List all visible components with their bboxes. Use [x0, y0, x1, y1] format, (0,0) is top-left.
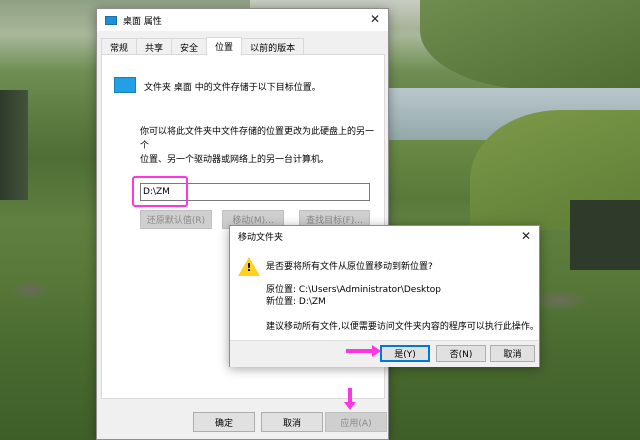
move-description-line: 位置、另一个驱动器或网络上的另一台计算机。 [140, 155, 330, 165]
folder-icon [105, 15, 117, 25]
apply-button[interactable]: 应用(A) [325, 412, 387, 432]
properties-dialog: 桌面 属性 ✕ 常规 共享 安全 位置 以前的版本 文件夹 桌面 中的文件存储于… [96, 8, 389, 440]
annotation-arrow-right-icon [346, 345, 381, 357]
dialog-title: 桌面 属性 [123, 16, 162, 27]
move-description: 你可以将此文件夹中文件存储的位置更改为此硬盘上的另一个 位置、另一个驱动器或网络… [140, 125, 380, 167]
no-button[interactable]: 否(N) [436, 345, 486, 362]
confirm-question: 是否要将所有文件从原位置移动到新位置? [266, 262, 433, 272]
cancel-button[interactable]: 取消 [261, 412, 323, 432]
confirm-titlebar[interactable]: 移动文件夹 ✕ [230, 226, 539, 246]
warning-exclamation-icon: ! [246, 261, 252, 274]
ok-button[interactable]: 确定 [193, 412, 255, 432]
dialog-title: 移动文件夹 [238, 232, 284, 243]
yes-button[interactable]: 是(Y) [380, 345, 430, 362]
folder-description: 文件夹 桌面 中的文件存储于以下目标位置。 [144, 83, 321, 93]
desktop-folder-icon [114, 77, 136, 93]
annotation-arrow-down-icon [344, 388, 356, 410]
tab-strip: 常规 共享 安全 位置 以前的版本 [101, 37, 305, 55]
tab-security[interactable]: 安全 [171, 38, 208, 55]
properties-titlebar[interactable]: 桌面 属性 ✕ [97, 9, 388, 31]
move-folder-dialog: 移动文件夹 ✕ ! 是否要将所有文件从原位置移动到新位置? 原位置: C:\Us… [229, 225, 540, 367]
move-description-line: 你可以将此文件夹中文件存储的位置更改为此硬盘上的另一个 [140, 127, 375, 151]
restore-default-button[interactable]: 还原默认值(R) [140, 210, 212, 229]
close-icon[interactable]: ✕ [519, 229, 533, 243]
confirm-cancel-button[interactable]: 取消 [490, 345, 535, 362]
tab-general[interactable]: 常规 [101, 38, 138, 55]
confirm-note: 建议移动所有文件,以便需要访问文件夹内容的程序可以执行此操作。 [266, 322, 539, 332]
tab-location[interactable]: 位置 [206, 37, 243, 55]
wallpaper-house [0, 90, 28, 200]
highlight-box [132, 176, 188, 207]
wallpaper-hill [420, 0, 640, 90]
destination-location: 新位置: D:\ZM [266, 297, 326, 307]
close-icon[interactable]: ✕ [368, 12, 382, 26]
tab-previous-versions[interactable]: 以前的版本 [241, 38, 305, 55]
tab-sharing[interactable]: 共享 [136, 38, 173, 55]
